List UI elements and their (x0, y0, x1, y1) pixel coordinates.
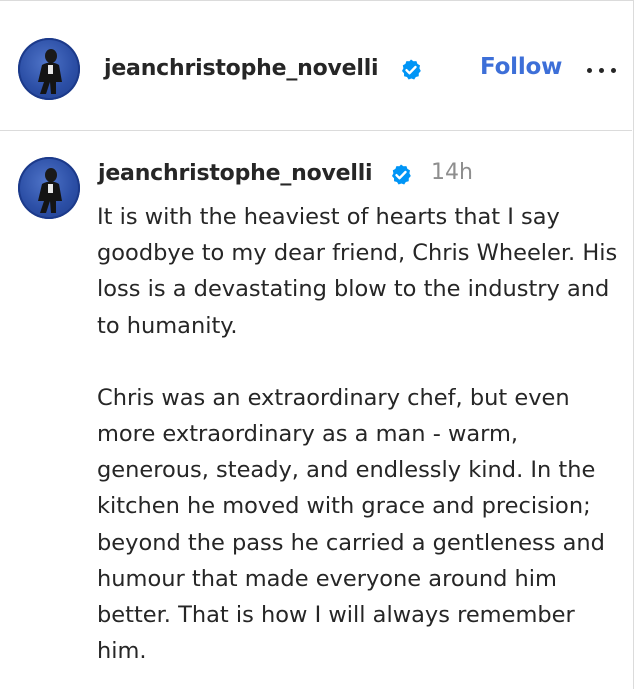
follow-button[interactable]: Follow (480, 54, 562, 80)
profile-avatar[interactable] (18, 38, 80, 100)
post-header: jeanchristophe_novelli Follow (0, 1, 632, 131)
person-silhouette-icon (38, 168, 62, 213)
caption-username[interactable]: jeanchristophe_novelli (98, 161, 373, 186)
more-options-icon[interactable] (584, 59, 620, 81)
verified-badge-icon (389, 163, 413, 187)
caption-paragraph: Chris was an extraordinary chef, but eve… (97, 384, 605, 665)
caption-avatar[interactable] (18, 157, 80, 219)
caption-paragraph: It is with the heaviest of hearts that I… (97, 204, 618, 339)
person-silhouette-icon (38, 49, 62, 94)
instagram-post-panel: jeanchristophe_novelli Follow jeanchrist… (0, 0, 634, 689)
verified-badge-icon (399, 58, 423, 82)
header-username[interactable]: jeanchristophe_novelli (104, 56, 379, 81)
caption-text: It is with the heaviest of hearts that I… (97, 199, 627, 669)
post-timestamp[interactable]: 14h (431, 160, 473, 185)
